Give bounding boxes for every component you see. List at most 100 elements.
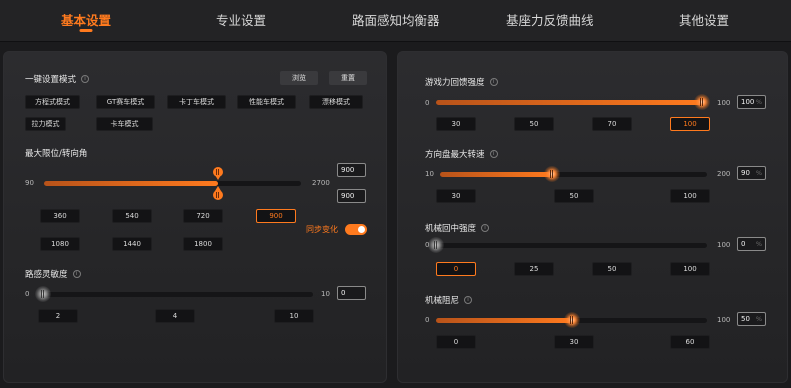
game-ffb-strength-title: 游戏力回馈强度 i [425,76,498,88]
mech-center-strength-input[interactable]: 0 % [737,237,766,251]
tab-professional-settings[interactable]: 专业设置 [216,10,266,29]
damping-preset-0[interactable]: 0 [436,335,476,349]
angle-preset-900[interactable]: 900 [256,209,296,223]
mode-performance-button[interactable]: 性能车模式 [237,95,296,109]
mech-center-strength-title: 机械回中强度 i [425,222,490,234]
mech-damping-input[interactable]: 50 % [737,312,766,326]
max-wheel-speed-title-text: 方向盘最大转速 [425,150,485,160]
damping-preset-30[interactable]: 30 [554,335,594,349]
percent-unit: % [755,169,762,177]
ffb-preset-50[interactable]: 50 [514,117,554,131]
info-icon[interactable]: i [489,78,498,86]
ffb-preset-30[interactable]: 30 [436,117,476,131]
sync-change-toggle[interactable] [345,224,367,235]
game-ffb-min-label: 0 [425,99,430,107]
angle-preset-540[interactable]: 540 [112,209,152,223]
max-angle-left-input[interactable]: 900 [337,163,366,177]
center-strength-preset-0[interactable]: 0 [436,262,476,276]
max-wheel-speed-title: 方向盘最大转速 i [425,148,498,160]
center-strength-preset-50[interactable]: 50 [592,262,632,276]
max-angle-right-handle[interactable] [212,186,224,200]
percent-unit: % [755,98,762,106]
sensitivity-preset-4[interactable]: 4 [155,309,195,323]
info-icon[interactable]: i [81,75,90,83]
damping-max-label: 100 [717,316,731,324]
road-sensitivity-title: 路感灵敏度 i [25,268,81,280]
road-sensitivity-slider-track[interactable] [35,286,313,302]
road-sensitivity-input[interactable]: 0 [337,286,366,300]
mode-gt-button[interactable]: GT赛车模式 [96,95,155,109]
browse-button[interactable]: 浏览 [280,71,318,85]
tab-road-feel-equalizer[interactable]: 路面感知均衡器 [352,10,440,29]
mech-damping-slider-track[interactable] [436,312,707,328]
center-strength-preset-100[interactable]: 100 [670,262,710,276]
wheel-speed-preset-30[interactable]: 30 [436,189,476,203]
percent-unit: % [755,240,762,248]
center-strength-max-label: 100 [717,241,731,249]
wheel-speed-max-label: 200 [717,170,731,178]
basic-settings-right-panel: 游戏力回馈强度 i 0 100 100 % 30 50 70 100 方向盘最大… [397,51,788,383]
info-icon[interactable]: i [489,150,498,158]
tab-other-settings-label: 其他设置 [679,13,730,28]
game-ffb-strength-input[interactable]: 100 % [737,95,766,109]
max-wheel-speed-input[interactable]: 90 % [737,166,766,180]
tab-base-force-curve-label: 基座力反馈曲线 [506,13,594,28]
max-angle-slider-fill [44,181,218,186]
settings-tab-bar: 基本设置 专业设置 路面感知均衡器 基座力反馈曲线 其他设置 [0,0,791,42]
mech-center-strength-slider-track[interactable] [428,237,707,253]
max-wheel-speed-slider-track[interactable] [440,166,707,182]
damping-preset-60[interactable]: 60 [670,335,710,349]
info-icon[interactable]: i [464,296,473,304]
mech-center-strength-title-text: 机械回中强度 [425,224,477,234]
tab-other-settings[interactable]: 其他设置 [679,10,729,29]
center-strength-preset-25[interactable]: 25 [514,262,554,276]
game-ffb-strength-slider-fill [436,100,702,105]
mode-drift-button[interactable]: 漂移模式 [309,95,363,109]
road-sensitivity-min-label: 0 [25,290,30,298]
mode-rally-button[interactable]: 拉力模式 [25,117,66,131]
max-angle-left-handle[interactable] [212,167,224,181]
game-ffb-strength-input-value: 100 [741,98,755,106]
mech-damping-slider-fill [436,318,572,323]
angle-preset-1800[interactable]: 1800 [183,237,223,251]
max-angle-slider-track[interactable] [44,167,301,200]
mech-center-strength-slider-thumb[interactable] [428,237,444,253]
percent-unit: % [755,315,762,323]
mech-center-strength-input-value: 0 [741,240,746,248]
mode-truck-button[interactable]: 卡车模式 [96,117,153,131]
max-angle-min-label: 90 [25,179,34,187]
tab-basic-settings[interactable]: 基本设置 [61,10,111,32]
sensitivity-preset-10[interactable]: 10 [274,309,314,323]
max-wheel-speed-slider-fill [440,172,553,177]
mech-damping-title: 机械阻尼 i [425,294,473,306]
angle-preset-360[interactable]: 360 [40,209,80,223]
one-key-mode-title: 一键设置模式 i [25,73,90,85]
mode-formula-button[interactable]: 方程式模式 [25,95,80,109]
tab-base-force-curve[interactable]: 基座力反馈曲线 [506,10,594,29]
ffb-preset-70[interactable]: 70 [592,117,632,131]
road-sensitivity-title-text: 路感灵敏度 [25,270,68,280]
wheel-speed-min-label: 10 [425,170,434,178]
toggle-knob [358,226,365,233]
max-wheel-speed-input-value: 90 [741,169,750,177]
max-wheel-speed-slider-thumb[interactable] [544,166,561,182]
max-angle-max-label: 2700 [312,179,330,187]
game-ffb-strength-slider-thumb[interactable] [694,94,710,110]
info-icon[interactable]: i [72,270,81,278]
sensitivity-preset-2[interactable]: 2 [38,309,78,323]
angle-preset-720[interactable]: 720 [183,209,223,223]
mech-damping-slider-thumb[interactable] [563,312,580,328]
reset-button[interactable]: 重置 [329,71,367,85]
max-angle-right-input[interactable]: 900 [337,189,366,203]
damping-min-label: 0 [425,316,430,324]
info-icon[interactable]: i [481,224,490,232]
angle-preset-1080[interactable]: 1080 [40,237,80,251]
mode-kart-button[interactable]: 卡丁车模式 [167,95,226,109]
game-ffb-max-label: 100 [717,99,731,107]
wheel-speed-preset-100[interactable]: 100 [670,189,710,203]
road-sensitivity-slider-thumb[interactable] [35,286,51,302]
game-ffb-strength-slider-track[interactable] [436,94,710,110]
ffb-preset-100[interactable]: 100 [670,117,710,131]
wheel-speed-preset-50[interactable]: 50 [554,189,594,203]
angle-preset-1440[interactable]: 1440 [112,237,152,251]
